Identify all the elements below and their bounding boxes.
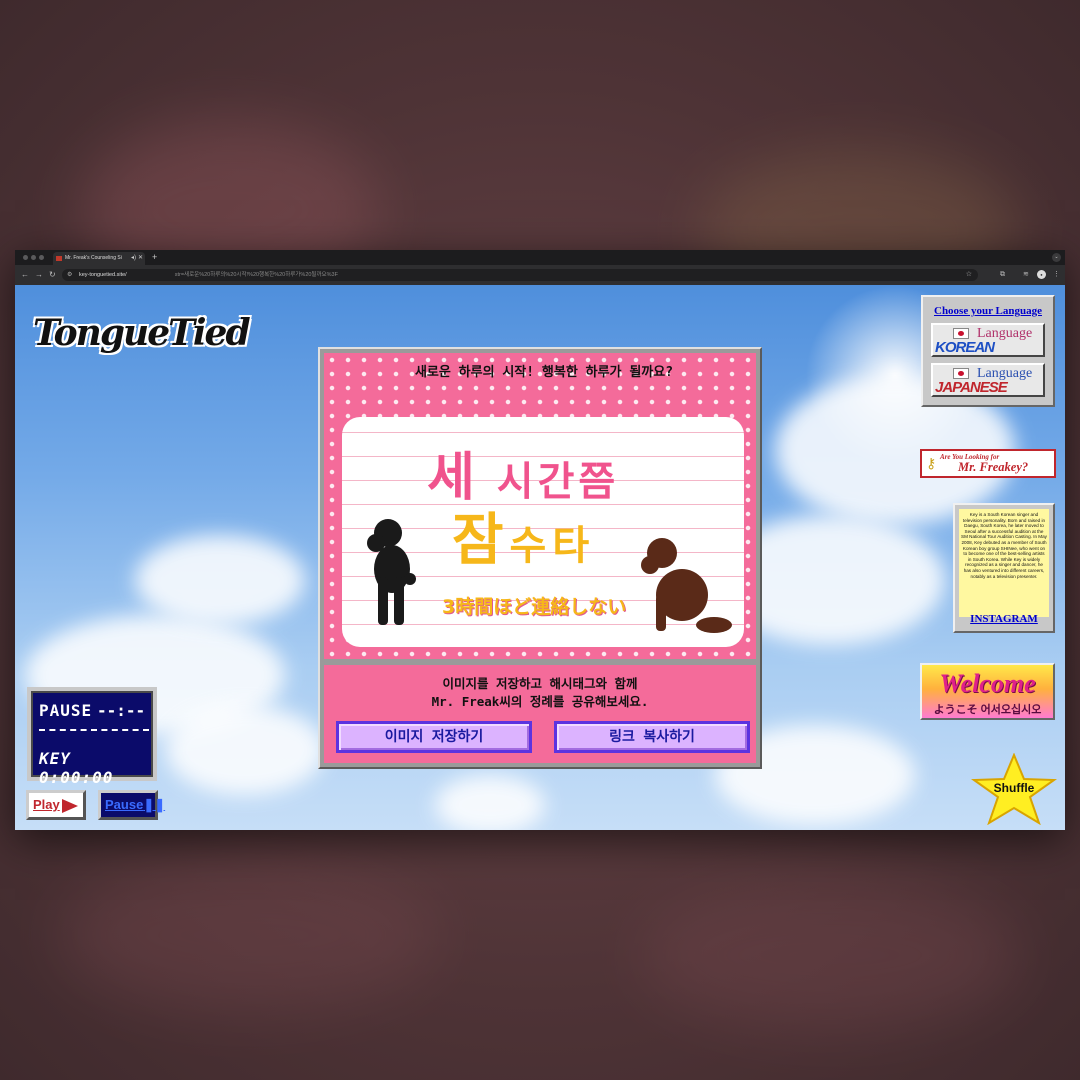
play-label: Play — [33, 797, 60, 812]
fortune-question: 새로운 하루의 시작! 행복한 하루가 될까요? — [414, 365, 674, 380]
freakey-banner[interactable]: ⚷ Are You Looking for Mr. Freakey? — [920, 449, 1056, 478]
play-button[interactable]: Play — [26, 790, 86, 820]
cloud — [165, 705, 325, 795]
url-host: key-tonguetied.site/ — [79, 272, 127, 278]
bio-panel: Key is a South Korean singer and televis… — [959, 509, 1049, 617]
cloud — [135, 535, 305, 625]
browser-window: Mr. Freak's Counseling Si ◂) ✕ + ⌄ ← → ↻… — [15, 250, 1065, 830]
window-zoom-dot[interactable] — [39, 255, 44, 260]
shuffle-button[interactable]: Shuffle — [970, 752, 1058, 826]
close-tab-icon[interactable]: ✕ — [138, 252, 143, 265]
player-track: KEY 0:00:00 — [39, 749, 114, 787]
cloud — [435, 775, 545, 830]
language-title[interactable]: Choose your Language — [923, 305, 1053, 317]
korean-name: KOREAN — [935, 339, 995, 356]
save-image-button[interactable]: 이미지 저장하기 — [336, 721, 532, 753]
fortune-panel-top: 새로운 하루의 시작! 행복한 하루가 될까요? 세 시간쯤 잠수타 3時間ほど… — [324, 353, 756, 659]
player-time: --:-- — [97, 701, 146, 720]
share-section: 이미지를 저장하고 해시태그와 함께 Mr. Freak씨의 정례를 공유해보세… — [324, 665, 756, 763]
cast-icon[interactable]: ≋ — [1023, 270, 1029, 280]
korean-language-button[interactable]: Language KOREAN — [931, 323, 1045, 357]
pause-icon: ❚❚ — [143, 797, 166, 812]
play-icon — [61, 798, 78, 813]
background-blur — [640, 880, 1020, 1030]
welcome-banner: Welcome ようこそ 어서오십시오 — [920, 663, 1055, 720]
korea-flag-icon — [953, 328, 969, 339]
forward-icon[interactable]: → — [35, 270, 43, 280]
brown-poodle-image — [641, 538, 732, 633]
language-selector: Choose your Language Language KOREAN Lan… — [921, 295, 1055, 407]
welcome-title: Welcome — [939, 669, 1036, 698]
back-icon[interactable]: ← — [21, 270, 29, 280]
favicon-icon — [56, 256, 62, 261]
japan-flag-icon — [953, 368, 969, 379]
bio-text: Key is a South Korean singer and televis… — [961, 512, 1047, 579]
browser-tab[interactable]: Mr. Freak's Counseling Si ◂) ✕ — [53, 252, 145, 265]
welcome-subtitle: ようこそ 어서오십시오 — [933, 704, 1042, 716]
copy-link-button[interactable]: 링크 복사하기 — [554, 721, 750, 753]
window-close-dot[interactable] — [23, 255, 28, 260]
extensions-icon[interactable]: ⧉ — [1000, 270, 1005, 280]
shuffle-label: Shuffle — [993, 781, 1035, 795]
key-icon: ⚷ — [926, 455, 937, 471]
site-info-icon[interactable]: ⚙ — [67, 269, 72, 281]
japanese-name: JAPANESE — [935, 379, 1008, 396]
fortune-card-image: 세 시간쯤 잠수타 3時間ほど連絡しない — [342, 417, 744, 647]
profile-avatar[interactable]: ● — [1037, 270, 1046, 279]
page-viewport: TongueTied 새로운 하루의 시작! 행복한 하루가 될까요? 세 시간… — [15, 285, 1065, 830]
speaker-icon[interactable]: ◂) — [131, 252, 136, 265]
bio-box: Key is a South Korean singer and televis… — [953, 503, 1055, 633]
fortune-line-2: 잠수타 — [452, 508, 596, 573]
chevron-down-icon[interactable]: ⌄ — [1052, 253, 1061, 262]
share-instructions: 이미지를 저장하고 해시태그와 함께 Mr. Freak씨의 정례를 공유해보세… — [431, 676, 649, 709]
new-tab-icon[interactable]: + — [152, 251, 157, 263]
player-progress-dashes — [39, 729, 149, 735]
background-blur — [60, 860, 440, 1010]
tab-title: Mr. Freak's Counseling Si — [65, 255, 122, 261]
player-status: PAUSE — [39, 701, 93, 720]
black-poodle-image — [367, 519, 416, 625]
pause-label: Pause — [105, 797, 144, 812]
japanese-language-button[interactable]: Language JAPANESE — [931, 363, 1045, 397]
site-logo[interactable]: TongueTied — [33, 303, 251, 363]
fortune-panel: 새로운 하루의 시작! 행복한 하루가 될까요? 세 시간쯤 잠수타 3時間ほど… — [318, 347, 762, 769]
menu-kebab-icon[interactable]: ⋮ — [1053, 270, 1060, 280]
address-bar[interactable]: ⚙ key-tonguetied.site/str=새로운%20하루의%20시작… — [62, 269, 978, 281]
reload-icon[interactable]: ↻ — [49, 270, 56, 280]
window-minimize-dot[interactable] — [31, 255, 36, 260]
browser-toolbar: ← → ↻ ⚙ key-tonguetied.site/str=새로운%20하루… — [15, 265, 1065, 285]
pause-button[interactable]: Pause❚❚ — [98, 790, 165, 820]
url-query: str=새로운%20하루의%20시작!%20행복한%20하루가%20될까요%3F — [174, 272, 338, 278]
tab-bar: Mr. Freak's Counseling Si ◂) ✕ + ⌄ — [15, 250, 1065, 265]
bookmark-star-icon[interactable]: ☆ — [966, 269, 972, 281]
music-player-display: PAUSE --:-- KEY 0:00:00 — [27, 687, 157, 787]
freakey-line-2: Mr. Freakey? — [958, 460, 1029, 474]
fortune-line-3: 3時間ほど連絡しない — [442, 596, 627, 618]
instagram-link[interactable]: INSTAGRAM — [955, 613, 1053, 625]
